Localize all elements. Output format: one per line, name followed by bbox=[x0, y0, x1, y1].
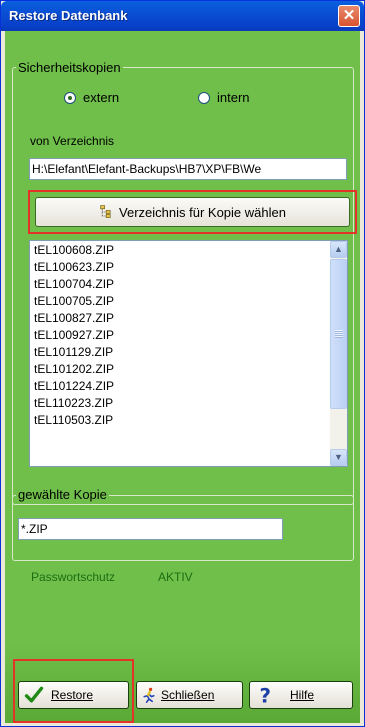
radio-intern-dot[interactable] bbox=[198, 91, 210, 104]
selected-copy-field[interactable]: *.ZIP bbox=[18, 518, 283, 540]
checkmark-icon bbox=[24, 686, 44, 703]
list-item[interactable]: tEL101202.ZIP bbox=[32, 361, 310, 378]
scroll-thumb[interactable] bbox=[330, 259, 347, 409]
radio-extern[interactable]: extern bbox=[64, 90, 119, 105]
dialog-body: Sicherheitskopien extern intern von Verz… bbox=[5, 31, 360, 723]
restore-button[interactable]: Restore bbox=[18, 681, 129, 709]
list-item[interactable]: tEL100623.ZIP bbox=[32, 259, 310, 276]
list-item[interactable]: tEL101129.ZIP bbox=[32, 344, 310, 361]
password-protection-label: Passwortschutz bbox=[31, 570, 116, 584]
question-mark-icon: ? bbox=[260, 685, 271, 706]
file-list-scrollbar[interactable]: ▲ ▼ bbox=[330, 241, 347, 466]
restore-dialog: Restore Datenbank ✕ Sicherheitskopien ex… bbox=[0, 0, 365, 727]
list-item[interactable]: tEL100608.ZIP bbox=[32, 242, 310, 259]
directory-label: von Verzeichnis bbox=[30, 134, 115, 148]
password-protection-status: AKTIV bbox=[158, 570, 193, 584]
title-bar[interactable]: Restore Datenbank ✕ bbox=[1, 1, 364, 31]
list-item[interactable]: tEL110223.ZIP bbox=[32, 395, 310, 412]
help-button[interactable]: ? Hilfe bbox=[249, 681, 353, 709]
svg-text:?: ? bbox=[260, 685, 271, 706]
list-item[interactable]: tEL100927.ZIP bbox=[32, 327, 310, 344]
scroll-down-button[interactable]: ▼ bbox=[330, 449, 347, 466]
window-title: Restore Datenbank bbox=[9, 8, 128, 23]
close-button-label: Schließen bbox=[161, 688, 215, 702]
list-item[interactable]: tEL100827.ZIP bbox=[32, 310, 310, 327]
restore-button-label: Restore bbox=[51, 688, 94, 702]
list-item[interactable]: tEL101224.ZIP bbox=[32, 378, 310, 395]
backup-file-list[interactable]: tEL100608.ZIP tEL100623.ZIP tEL100704.ZIP t… bbox=[29, 240, 348, 467]
list-item[interactable]: tEL110503.ZIP bbox=[32, 412, 310, 429]
file-list-items: tEL100608.ZIP tEL100623.ZIP tEL100704.ZIP t… bbox=[32, 242, 310, 429]
radio-extern-dot[interactable] bbox=[64, 91, 76, 104]
radio-extern-label: extern bbox=[83, 90, 120, 105]
close-window-button[interactable]: ✕ bbox=[338, 5, 360, 27]
radio-intern[interactable]: intern bbox=[198, 90, 250, 105]
help-button-label: Hilfe bbox=[290, 688, 315, 702]
radio-intern-label: intern bbox=[217, 90, 250, 105]
list-item[interactable]: tEL100704.ZIP bbox=[32, 276, 310, 293]
backup-copies-legend: Sicherheitskopien bbox=[16, 60, 123, 75]
folder-tree-icon bbox=[100, 205, 111, 218]
directory-path-field[interactable]: H:\Elefant\Elefant-Backups\HB7\XP\FB\We bbox=[29, 158, 347, 180]
list-item[interactable]: tEL100705.ZIP bbox=[32, 293, 310, 310]
choose-directory-button[interactable]: Verzeichnis für Kopie wählen bbox=[35, 197, 350, 227]
selected-copy-legend: gewählte Kopie bbox=[16, 487, 109, 502]
running-person-icon bbox=[143, 687, 155, 703]
close-button[interactable]: Schließen bbox=[136, 681, 243, 709]
choose-directory-label: Verzeichnis für Kopie wählen bbox=[119, 204, 286, 220]
scroll-up-button[interactable]: ▲ bbox=[330, 241, 347, 258]
scroll-grip-icon bbox=[335, 330, 343, 338]
